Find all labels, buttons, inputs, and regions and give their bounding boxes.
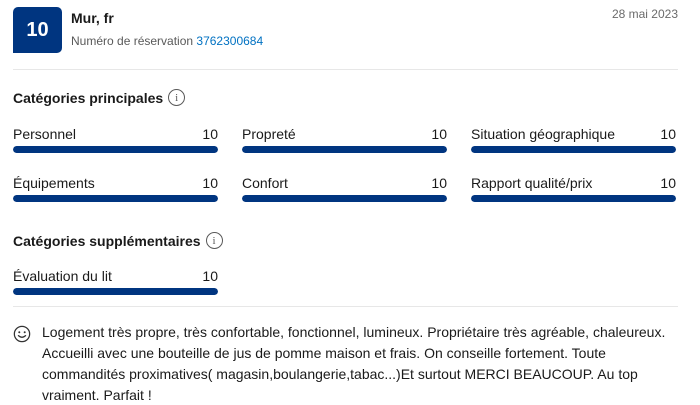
category-label: Personnel bbox=[13, 126, 77, 142]
smile-icon bbox=[13, 325, 31, 343]
main-categories-title: Catégories principales i bbox=[13, 89, 186, 106]
comment-divider bbox=[13, 306, 678, 307]
category-bar-fill bbox=[471, 146, 676, 153]
category-personnel: Personnel 10 bbox=[13, 126, 218, 153]
category-score: 10 bbox=[660, 175, 676, 191]
category-bar bbox=[242, 146, 447, 153]
category-rapport-qualite-prix: Rapport qualité/prix 10 bbox=[471, 175, 676, 202]
category-score: 10 bbox=[660, 126, 676, 142]
score-badge: 10 bbox=[13, 7, 62, 53]
category-bar-fill bbox=[13, 146, 218, 153]
category-bar-fill bbox=[471, 195, 676, 202]
category-bar-fill bbox=[242, 146, 447, 153]
reviewer-name: Mur, fr bbox=[71, 10, 114, 26]
category-bar-fill bbox=[242, 195, 447, 202]
reservation-number[interactable]: 3762300684 bbox=[196, 34, 263, 48]
category-bar-fill bbox=[13, 195, 218, 202]
category-label: Évaluation du lit bbox=[13, 268, 112, 284]
category-evaluation-lit: Évaluation du lit 10 bbox=[13, 268, 218, 295]
comment-text: Logement très propre, très confortable, … bbox=[42, 324, 666, 403]
main-categories-title-text: Catégories principales bbox=[13, 89, 164, 106]
extra-categories-title: Catégories supplémentaires i bbox=[13, 232, 223, 249]
extra-categories-title-text: Catégories supplémentaires bbox=[13, 232, 201, 249]
category-equipements: Équipements 10 bbox=[13, 175, 218, 202]
category-score: 10 bbox=[431, 126, 447, 142]
info-icon[interactable]: i bbox=[168, 89, 186, 106]
category-label: Équipements bbox=[13, 175, 95, 191]
category-situation: Situation géographique 10 bbox=[471, 126, 676, 153]
category-bar bbox=[242, 195, 447, 202]
category-bar bbox=[13, 195, 218, 202]
category-bar bbox=[471, 195, 676, 202]
category-bar bbox=[13, 288, 218, 295]
category-label: Situation géographique bbox=[471, 126, 616, 142]
reservation-label: Numéro de réservation bbox=[71, 34, 194, 48]
category-bar bbox=[471, 146, 676, 153]
category-score: 10 bbox=[202, 175, 218, 191]
category-score: 10 bbox=[202, 268, 218, 284]
category-bar bbox=[13, 146, 218, 153]
info-icon[interactable]: i bbox=[205, 232, 223, 249]
review-date: 28 mai 2023 bbox=[611, 7, 678, 21]
category-confort: Confort 10 bbox=[242, 175, 447, 202]
category-bar-fill bbox=[13, 288, 218, 295]
review-header: 10 Mur, fr Numéro de réservation 3762300… bbox=[13, 7, 678, 53]
category-score: 10 bbox=[431, 175, 447, 191]
category-label: Propreté bbox=[242, 126, 296, 142]
header-divider bbox=[13, 69, 678, 70]
category-proprete: Propreté 10 bbox=[242, 126, 447, 153]
reservation-info: Numéro de réservation 3762300684 bbox=[71, 34, 263, 48]
category-label: Confort bbox=[242, 175, 288, 191]
category-label: Rapport qualité/prix bbox=[471, 175, 593, 191]
category-score: 10 bbox=[202, 126, 218, 142]
